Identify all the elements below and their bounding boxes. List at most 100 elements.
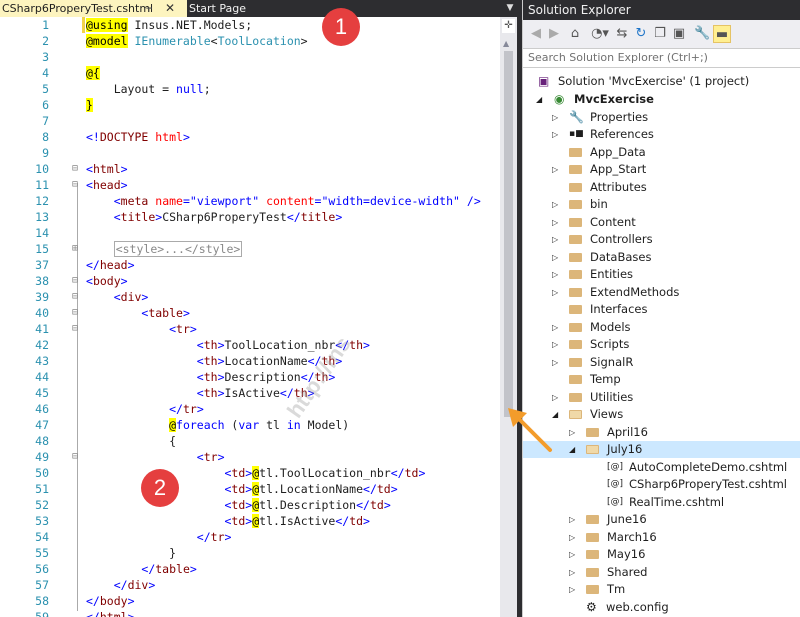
collapsed-arrow-icon[interactable]: ▷ — [552, 284, 562, 301]
line-number: 45 — [35, 386, 49, 400]
collapse-icon[interactable]: ⊟ — [72, 273, 82, 289]
folder-icon — [586, 564, 600, 582]
code-line: 44 <th>Description</th> — [0, 369, 500, 385]
collapse-icon[interactable]: ⊟ — [72, 449, 82, 465]
solution-search-input[interactable]: Search Solution Explorer (Ctrl+;) — [523, 48, 800, 68]
tree-item-label: Views — [590, 407, 624, 421]
code-editor[interactable]: CSharp6ProperyTest.cshtml ⫧ ✕ Start Page… — [0, 0, 517, 617]
code-token: > — [217, 354, 225, 368]
collapsed-arrow-icon[interactable]: ▷ — [569, 546, 579, 563]
code-token: /> — [459, 194, 481, 208]
collapsed-arrow-icon[interactable]: ▷ — [569, 529, 579, 546]
properties-wrench-icon[interactable]: 🔧 — [694, 25, 710, 43]
collapsed-arrow-icon[interactable]: ▷ — [569, 581, 579, 598]
collapsed-region[interactable]: <style>...</style> — [113, 241, 243, 257]
collapsed-arrow-icon[interactable]: ▷ — [552, 319, 562, 336]
code-token: > — [217, 450, 225, 464]
split-icon[interactable]: ✛ — [502, 19, 515, 33]
code-token: head — [99, 258, 128, 272]
collapse-icon[interactable]: ⊟ — [72, 161, 82, 177]
code-token: tl — [259, 418, 287, 432]
collapse-icon[interactable]: ⊟ — [72, 177, 82, 193]
collapsed-arrow-icon[interactable]: ▷ — [569, 511, 579, 528]
collapsed-arrow-icon[interactable]: ▷ — [552, 389, 562, 406]
tab-csharp6properytest[interactable]: CSharp6ProperyTest.cshtml ⫧ ✕ — [0, 0, 187, 17]
code-line: 1 @using Insus.NET.Models; — [0, 17, 500, 33]
tree-item-label: Interfaces — [590, 302, 648, 316]
code-token: } — [169, 546, 177, 560]
code-area[interactable]: 1 @using Insus.NET.Models; 2 @model IEnume… — [0, 17, 500, 617]
code-token: ( — [224, 418, 239, 432]
code-token: meta — [120, 194, 149, 208]
collapsed-arrow-icon[interactable]: ▷ — [552, 109, 562, 126]
home-icon[interactable]: ⌂ — [567, 25, 583, 43]
code-line: 54 </tr> — [0, 529, 500, 545]
code-token: div — [120, 290, 142, 304]
forward-icon[interactable]: ▶ — [547, 25, 561, 43]
line-number: 2 — [42, 34, 49, 48]
collapsed-arrow-icon[interactable]: ▷ — [552, 336, 562, 353]
code-token: content — [259, 194, 315, 208]
folder-icon — [569, 354, 583, 372]
tab-start-page[interactable]: Start Page — [187, 0, 267, 17]
code-line: 46 </tr> — [0, 401, 500, 417]
collapsed-arrow-icon[interactable]: ▷ — [569, 564, 579, 581]
code-token: > — [363, 338, 370, 352]
collapsed-arrow-icon[interactable]: ▷ — [552, 161, 562, 178]
preview-icon[interactable]: ▬ — [713, 25, 731, 43]
tree-item-label: March16 — [607, 530, 657, 544]
collapse-icon[interactable]: ⊟ — [72, 289, 82, 305]
line-number: 7 — [42, 114, 49, 128]
pin-icon[interactable]: ⫧ — [146, 0, 152, 17]
sync-icon[interactable]: ⇆ — [615, 25, 629, 43]
code-token: div — [127, 578, 149, 592]
line-number: 59 — [35, 610, 49, 617]
line-number: 58 — [35, 594, 49, 608]
code-token: </ — [363, 482, 377, 496]
code-token: th — [203, 338, 218, 352]
code-line: 14 — [0, 225, 500, 241]
code-token: ToolLocation_nbr — [224, 338, 336, 352]
history-icon[interactable]: ◔▾ — [589, 25, 611, 43]
code-token: tl.Description — [259, 498, 357, 512]
editor-scrollbar[interactable]: ✛ ▲ — [500, 17, 517, 617]
code-token: @model — [86, 34, 128, 48]
collapsed-arrow-icon[interactable]: ▷ — [552, 214, 562, 231]
collapse-icon[interactable]: ⊟ — [72, 305, 82, 321]
collapsed-arrow-icon[interactable]: ▷ — [552, 266, 562, 283]
code-token: @{ — [86, 66, 100, 80]
expanded-arrow-icon[interactable]: ◢ — [569, 441, 579, 458]
scroll-up-icon[interactable]: ▲ — [503, 39, 509, 48]
expand-icon[interactable]: ⊞ — [72, 241, 82, 257]
code-token: foreach — [176, 418, 225, 432]
code-line: 37 </head> — [0, 257, 500, 273]
code-token: Insus.NET.Models; — [127, 18, 253, 32]
code-token: Description — [224, 370, 301, 384]
code-token: tr — [182, 402, 197, 416]
collapse-icon[interactable]: ⊟ — [72, 321, 82, 337]
tree-item-label: RealTime.cshtml — [629, 495, 725, 509]
refresh-icon[interactable]: ↻ — [634, 25, 648, 43]
code-token: <! — [86, 130, 100, 144]
folder-icon — [569, 301, 583, 319]
collapsed-arrow-icon[interactable]: ▷ — [569, 424, 579, 441]
code-token: </ — [86, 610, 100, 617]
code-token: html — [148, 130, 183, 144]
close-icon[interactable]: ✕ — [165, 0, 175, 17]
collapsed-arrow-icon[interactable]: ▷ — [552, 354, 562, 371]
line-number: 8 — [42, 130, 49, 144]
collapsed-arrow-icon[interactable]: ▷ — [552, 249, 562, 266]
back-icon[interactable]: ◀ — [529, 25, 543, 43]
collapsed-arrow-icon[interactable]: ▷ — [552, 126, 562, 143]
tree-item-label: SignalR — [590, 355, 634, 369]
expanded-arrow-icon[interactable]: ◢ — [536, 91, 546, 108]
chevron-down-icon[interactable]: ▼ — [504, 0, 516, 17]
collapsed-arrow-icon[interactable]: ▷ — [552, 196, 562, 213]
scroll-thumb[interactable] — [504, 51, 513, 417]
show-all-files-icon[interactable]: ▣ — [672, 25, 686, 43]
line-number: 56 — [35, 562, 49, 576]
collapsed-arrow-icon[interactable]: ▷ — [552, 231, 562, 248]
collapse-all-icon[interactable]: ❐ — [653, 25, 667, 43]
